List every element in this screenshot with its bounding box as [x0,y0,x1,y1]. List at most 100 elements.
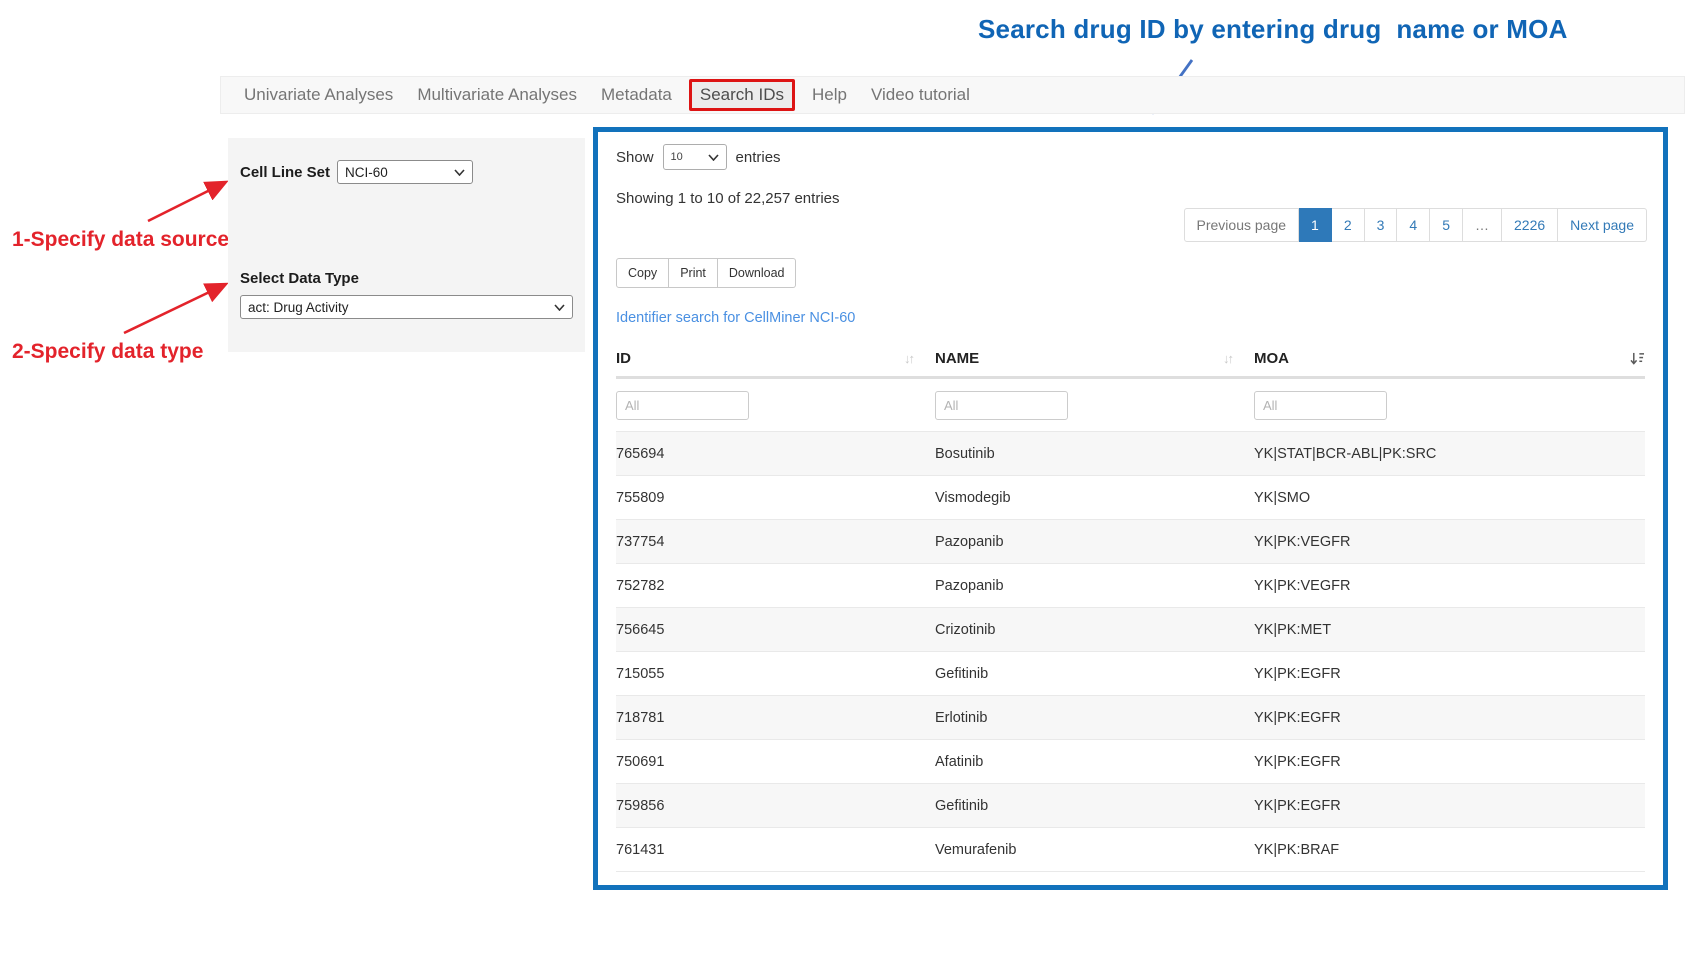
cell-id: 737754 [616,534,935,550]
pagination: Previous page12345…2226Next page [1184,208,1647,242]
filter-input-moa[interactable] [1254,391,1387,420]
filter-cell-id [616,391,935,420]
cell-moa: YK|STAT|BCR-ABL|PK:SRC [1254,446,1645,462]
cell-name: Pazopanib [935,578,1254,594]
chevron-down-icon [554,304,565,311]
cell-moa: YK|SMO [1254,490,1645,506]
cell-name: Gefitinib [935,666,1254,682]
table-row[interactable]: 761431VemurafenibYK|PK:BRAF [616,827,1645,872]
nav-item-multivariate-analyses[interactable]: Multivariate Analyses [408,81,586,109]
nav-item-metadata[interactable]: Metadata [592,81,681,109]
filter-cell-moa [1254,391,1645,420]
table-row[interactable]: 752782PazopanibYK|PK:VEGFR [616,563,1645,607]
cell-moa: YK|PK:VEGFR [1254,578,1645,594]
column-header-moa[interactable]: MOA [1254,350,1645,367]
page-button-4[interactable]: 4 [1397,208,1430,242]
annotation-step1: 1-Specify data source [12,228,229,252]
annotation-step2: 2-Specify data type [12,340,203,364]
table-row[interactable]: 718781ErlotinibYK|PK:EGFR [616,695,1645,739]
chevron-down-icon [454,169,465,176]
page-button-2[interactable]: 2 [1332,208,1365,242]
cell-id: 759856 [616,798,935,814]
cell-moa: YK|PK:EGFR [1254,710,1645,726]
cell-id: 761431 [616,842,935,858]
cell-moa: YK|PK:VEGFR [1254,534,1645,550]
search-ids-panel: Show 10 entries Showing 1 to 10 of 22,25… [593,127,1668,890]
nav-item-univariate-analyses[interactable]: Univariate Analyses [235,81,402,109]
cell-name: Crizotinib [935,622,1254,638]
column-label: ID [616,350,631,367]
data-type-select[interactable]: act: Drug Activity [240,295,573,319]
next-page-button[interactable]: Next page [1558,208,1647,242]
cell-moa: YK|PK:MET [1254,622,1645,638]
table-row[interactable]: 756645CrizotinibYK|PK:MET [616,607,1645,651]
cell-name: Vismodegib [935,490,1254,506]
cell-id: 765694 [616,446,935,462]
data-type-value: act: Drug Activity [248,300,349,315]
cell-name: Erlotinib [935,710,1254,726]
cell-line-set-select[interactable]: NCI-60 [337,160,473,184]
cell-id: 750691 [616,754,935,770]
cell-name: Bosutinib [935,446,1254,462]
cell-moa: YK|PK:BRAF [1254,842,1645,858]
data-type-label: Select Data Type [240,270,359,287]
cell-name: Gefitinib [935,798,1254,814]
table-row[interactable]: 715055GefitinibYK|PK:EGFR [616,651,1645,695]
cell-id: 755809 [616,490,935,506]
table-row[interactable]: 765694BosutinibYK|STAT|BCR-ABL|PK:SRC [616,431,1645,475]
column-header-id[interactable]: ID ↓↑ [616,350,935,367]
download-button[interactable]: Download [718,258,797,288]
cell-line-set-label: Cell Line Set [240,164,330,181]
prev-page-button[interactable]: Previous page [1184,208,1300,242]
entries-label: entries [736,149,781,166]
page-button-5[interactable]: 5 [1430,208,1463,242]
copy-button[interactable]: Copy [616,258,669,288]
page-button-2226[interactable]: 2226 [1502,208,1558,242]
cell-name: Vemurafenib [935,842,1254,858]
cell-id: 718781 [616,710,935,726]
sort-icon[interactable]: ↓↑ [1223,351,1232,366]
sort-icon[interactable]: ↓↑ [904,351,913,366]
cell-id: 756645 [616,622,935,638]
export-button-group: CopyPrintDownload [616,258,796,288]
table-row[interactable]: 755809VismodegibYK|SMO [616,475,1645,519]
page-button-3[interactable]: 3 [1365,208,1398,242]
cell-name: Pazopanib [935,534,1254,550]
red-arrow-2 [124,285,224,333]
filter-cell-name [935,391,1254,420]
filter-input-name[interactable] [935,391,1068,420]
showing-entries-text: Showing 1 to 10 of 22,257 entries [616,190,840,207]
red-arrow-1 [148,183,224,221]
table-header-row: ID ↓↑ NAME ↓↑ MOA [616,340,1645,379]
table-row[interactable]: 759856GefitinibYK|PK:EGFR [616,783,1645,827]
table-row[interactable]: 737754PazopanibYK|PK:VEGFR [616,519,1645,563]
cell-id: 715055 [616,666,935,682]
column-header-name[interactable]: NAME ↓↑ [935,350,1254,367]
results-table: ID ↓↑ NAME ↓↑ MOA 765694BosutinibYK|STAT|BCR… [616,340,1645,872]
column-label: NAME [935,350,979,367]
annotation-title: Search drug ID by entering drug name or … [978,14,1568,45]
filter-input-id[interactable] [616,391,749,420]
show-label: Show [616,149,654,166]
table-filter-row [616,379,1645,431]
options-panel: Cell Line Set NCI-60 Select Data Type ac… [228,138,585,352]
cell-name: Afatinib [935,754,1254,770]
cell-line-set-value: NCI-60 [345,165,388,180]
page-size-select[interactable]: 10 [663,144,727,170]
page-button-1[interactable]: 1 [1299,208,1332,242]
sort-amount-icon[interactable] [1630,352,1645,365]
page-size-value: 10 [671,151,683,163]
nav-item-help[interactable]: Help [803,81,856,109]
nav-item-video-tutorial[interactable]: Video tutorial [862,81,979,109]
print-button[interactable]: Print [669,258,718,288]
table-row[interactable]: 750691AfatinibYK|PK:EGFR [616,739,1645,783]
column-label: MOA [1254,350,1289,367]
cell-moa: YK|PK:EGFR [1254,666,1645,682]
cell-moa: YK|PK:EGFR [1254,798,1645,814]
navbar: Univariate AnalysesMultivariate Analyses… [220,76,1685,114]
identifier-search-link[interactable]: Identifier search for CellMiner NCI-60 [616,310,855,326]
page-ellipsis[interactable]: … [1463,208,1502,242]
table-body: 765694BosutinibYK|STAT|BCR-ABL|PK:SRC755… [616,431,1645,872]
cell-moa: YK|PK:EGFR [1254,754,1645,770]
nav-item-search-ids[interactable]: Search IDs [689,79,795,111]
